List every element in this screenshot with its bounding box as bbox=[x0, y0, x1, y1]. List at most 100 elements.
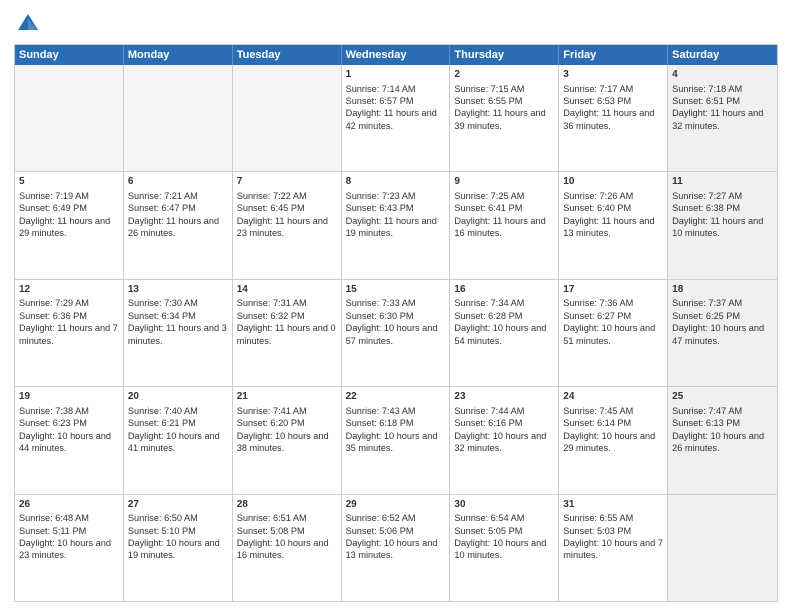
day-info-line: Daylight: 11 hours and 16 minutes. bbox=[454, 215, 554, 240]
cal-cell-1-5: 10Sunrise: 7:26 AMSunset: 6:40 PMDayligh… bbox=[559, 172, 668, 278]
day-info-line: Daylight: 11 hours and 3 minutes. bbox=[128, 322, 228, 347]
day-info-line: Sunrise: 7:14 AM bbox=[346, 83, 446, 95]
cal-cell-0-5: 3Sunrise: 7:17 AMSunset: 6:53 PMDaylight… bbox=[559, 65, 668, 171]
day-info-line: Sunrise: 7:27 AM bbox=[672, 190, 773, 202]
day-info-line: Daylight: 11 hours and 42 minutes. bbox=[346, 107, 446, 132]
day-info-line: Sunset: 6:43 PM bbox=[346, 202, 446, 214]
cal-cell-4-5: 31Sunrise: 6:55 AMSunset: 5:03 PMDayligh… bbox=[559, 495, 668, 601]
header bbox=[14, 10, 778, 38]
cal-cell-1-4: 9Sunrise: 7:25 AMSunset: 6:41 PMDaylight… bbox=[450, 172, 559, 278]
day-info-line: Daylight: 11 hours and 10 minutes. bbox=[672, 215, 773, 240]
day-info-line: Sunset: 6:32 PM bbox=[237, 310, 337, 322]
day-number: 10 bbox=[563, 175, 663, 189]
day-info-line: Sunrise: 7:30 AM bbox=[128, 297, 228, 309]
day-info-line: Daylight: 10 hours and 51 minutes. bbox=[563, 322, 663, 347]
day-info-line: Sunrise: 7:44 AM bbox=[454, 405, 554, 417]
day-info-line: Sunrise: 7:25 AM bbox=[454, 190, 554, 202]
day-number: 11 bbox=[672, 175, 773, 189]
day-info-line: Sunrise: 7:43 AM bbox=[346, 405, 446, 417]
day-number: 24 bbox=[563, 390, 663, 404]
day-info-line: Daylight: 10 hours and 23 minutes. bbox=[19, 537, 119, 562]
day-info-line: Sunset: 6:28 PM bbox=[454, 310, 554, 322]
cal-cell-2-6: 18Sunrise: 7:37 AMSunset: 6:25 PMDayligh… bbox=[668, 280, 777, 386]
day-info-line: Sunrise: 6:54 AM bbox=[454, 512, 554, 524]
cal-cell-2-1: 13Sunrise: 7:30 AMSunset: 6:34 PMDayligh… bbox=[124, 280, 233, 386]
day-info-line: Sunset: 6:51 PM bbox=[672, 95, 773, 107]
cal-cell-0-2 bbox=[233, 65, 342, 171]
cal-cell-2-2: 14Sunrise: 7:31 AMSunset: 6:32 PMDayligh… bbox=[233, 280, 342, 386]
day-number: 1 bbox=[346, 68, 446, 82]
cal-cell-3-3: 22Sunrise: 7:43 AMSunset: 6:18 PMDayligh… bbox=[342, 387, 451, 493]
day-info-line: Sunrise: 7:37 AM bbox=[672, 297, 773, 309]
day-info-line: Sunset: 6:20 PM bbox=[237, 417, 337, 429]
day-info-line: Sunrise: 7:15 AM bbox=[454, 83, 554, 95]
day-number: 7 bbox=[237, 175, 337, 189]
day-number: 15 bbox=[346, 283, 446, 297]
day-info-line: Sunset: 6:30 PM bbox=[346, 310, 446, 322]
header-cell-sunday: Sunday bbox=[15, 45, 124, 65]
day-number: 13 bbox=[128, 283, 228, 297]
day-info-line: Daylight: 10 hours and 29 minutes. bbox=[563, 430, 663, 455]
cal-cell-1-2: 7Sunrise: 7:22 AMSunset: 6:45 PMDaylight… bbox=[233, 172, 342, 278]
day-info-line: Sunset: 6:47 PM bbox=[128, 202, 228, 214]
logo-icon bbox=[14, 10, 42, 38]
day-info-line: Sunrise: 7:21 AM bbox=[128, 190, 228, 202]
cal-cell-4-2: 28Sunrise: 6:51 AMSunset: 5:08 PMDayligh… bbox=[233, 495, 342, 601]
cal-cell-4-0: 26Sunrise: 6:48 AMSunset: 5:11 PMDayligh… bbox=[15, 495, 124, 601]
day-info-line: Daylight: 11 hours and 19 minutes. bbox=[346, 215, 446, 240]
header-cell-saturday: Saturday bbox=[668, 45, 777, 65]
cal-cell-3-6: 25Sunrise: 7:47 AMSunset: 6:13 PMDayligh… bbox=[668, 387, 777, 493]
day-number: 27 bbox=[128, 498, 228, 512]
day-number: 31 bbox=[563, 498, 663, 512]
day-number: 25 bbox=[672, 390, 773, 404]
day-info-line: Sunrise: 7:34 AM bbox=[454, 297, 554, 309]
day-info-line: Daylight: 10 hours and 13 minutes. bbox=[346, 537, 446, 562]
cal-cell-0-4: 2Sunrise: 7:15 AMSunset: 6:55 PMDaylight… bbox=[450, 65, 559, 171]
calendar-header: SundayMondayTuesdayWednesdayThursdayFrid… bbox=[15, 45, 777, 65]
day-info-line: Sunrise: 7:18 AM bbox=[672, 83, 773, 95]
day-number: 26 bbox=[19, 498, 119, 512]
day-info-line: Sunrise: 7:33 AM bbox=[346, 297, 446, 309]
cal-cell-1-1: 6Sunrise: 7:21 AMSunset: 6:47 PMDaylight… bbox=[124, 172, 233, 278]
day-number: 18 bbox=[672, 283, 773, 297]
cal-cell-2-0: 12Sunrise: 7:29 AMSunset: 6:36 PMDayligh… bbox=[15, 280, 124, 386]
calendar-row-1: 5Sunrise: 7:19 AMSunset: 6:49 PMDaylight… bbox=[15, 171, 777, 278]
day-info-line: Daylight: 10 hours and 26 minutes. bbox=[672, 430, 773, 455]
day-info-line: Sunrise: 6:52 AM bbox=[346, 512, 446, 524]
day-info-line: Daylight: 10 hours and 38 minutes. bbox=[237, 430, 337, 455]
day-info-line: Sunrise: 7:40 AM bbox=[128, 405, 228, 417]
day-info-line: Daylight: 10 hours and 32 minutes. bbox=[454, 430, 554, 455]
cal-cell-0-1 bbox=[124, 65, 233, 171]
day-info-line: Sunrise: 7:19 AM bbox=[19, 190, 119, 202]
day-info-line: Sunset: 5:06 PM bbox=[346, 525, 446, 537]
day-info-line: Sunset: 6:38 PM bbox=[672, 202, 773, 214]
day-info-line: Daylight: 10 hours and 16 minutes. bbox=[237, 537, 337, 562]
cal-cell-1-0: 5Sunrise: 7:19 AMSunset: 6:49 PMDaylight… bbox=[15, 172, 124, 278]
day-info-line: Sunrise: 6:51 AM bbox=[237, 512, 337, 524]
day-info-line: Sunset: 6:53 PM bbox=[563, 95, 663, 107]
day-number: 23 bbox=[454, 390, 554, 404]
day-number: 29 bbox=[346, 498, 446, 512]
day-info-line: Sunrise: 6:48 AM bbox=[19, 512, 119, 524]
day-info-line: Sunrise: 7:38 AM bbox=[19, 405, 119, 417]
header-cell-monday: Monday bbox=[124, 45, 233, 65]
cal-cell-3-5: 24Sunrise: 7:45 AMSunset: 6:14 PMDayligh… bbox=[559, 387, 668, 493]
calendar-row-2: 12Sunrise: 7:29 AMSunset: 6:36 PMDayligh… bbox=[15, 279, 777, 386]
day-info-line: Sunrise: 6:50 AM bbox=[128, 512, 228, 524]
day-number: 6 bbox=[128, 175, 228, 189]
header-cell-friday: Friday bbox=[559, 45, 668, 65]
day-number: 2 bbox=[454, 68, 554, 82]
calendar: SundayMondayTuesdayWednesdayThursdayFrid… bbox=[14, 44, 778, 602]
day-info-line: Sunset: 6:34 PM bbox=[128, 310, 228, 322]
day-number: 5 bbox=[19, 175, 119, 189]
cal-cell-2-4: 16Sunrise: 7:34 AMSunset: 6:28 PMDayligh… bbox=[450, 280, 559, 386]
day-info-line: Daylight: 10 hours and 41 minutes. bbox=[128, 430, 228, 455]
day-number: 9 bbox=[454, 175, 554, 189]
day-info-line: Daylight: 11 hours and 32 minutes. bbox=[672, 107, 773, 132]
day-info-line: Sunset: 6:45 PM bbox=[237, 202, 337, 214]
calendar-body: 1Sunrise: 7:14 AMSunset: 6:57 PMDaylight… bbox=[15, 65, 777, 601]
day-number: 19 bbox=[19, 390, 119, 404]
cal-cell-3-0: 19Sunrise: 7:38 AMSunset: 6:23 PMDayligh… bbox=[15, 387, 124, 493]
day-info-line: Sunset: 5:05 PM bbox=[454, 525, 554, 537]
day-number: 20 bbox=[128, 390, 228, 404]
